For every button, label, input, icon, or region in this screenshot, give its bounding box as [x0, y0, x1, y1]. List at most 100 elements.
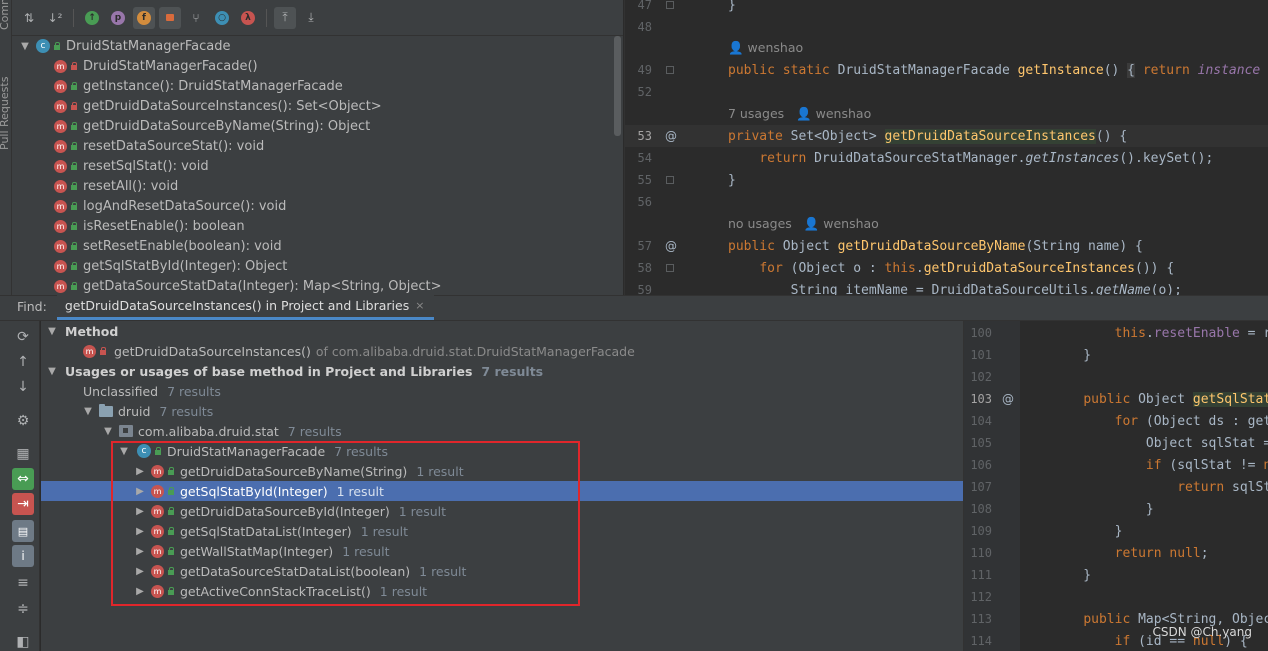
show-fields-icon[interactable]: f — [133, 6, 155, 29]
sort-visibility-icon[interactable]: ↓² — [44, 7, 66, 29]
method-icon: m — [151, 524, 164, 538]
settings-icon[interactable]: ⚙ — [12, 410, 34, 432]
info-icon[interactable]: i — [12, 545, 34, 567]
override-marker-icon[interactable]: @ — [660, 239, 682, 253]
structure-member-row[interactable]: m setResetEnable(boolean): void — [12, 236, 623, 256]
method-signature: getDruidDataSourceInstances() — [114, 343, 311, 359]
usages-count: 7 results — [481, 363, 544, 379]
preview-code-line: 112 — [964, 586, 1268, 608]
method-icon: m — [54, 239, 67, 253]
navigate-usage-icon[interactable]: ⇔ — [12, 468, 34, 490]
usage-result-row[interactable]: ▶ m getActiveConnStackTraceList() 1 result — [41, 581, 963, 601]
code-text: Object sqlStat = Dr — [1145, 435, 1268, 451]
chevron-right-icon[interactable]: ▶ — [133, 486, 147, 497]
sort-alpha-icon[interactable]: ⇅ — [18, 7, 40, 29]
chevron-right-icon[interactable]: ▶ — [133, 506, 147, 517]
autoscroll-to-source-icon[interactable]: ⤒ — [274, 6, 296, 29]
collapse-all-icon[interactable]: ≑ — [12, 598, 34, 620]
chevron-right-icon[interactable]: ▶ — [133, 546, 147, 557]
override-marker-icon[interactable]: @ — [1002, 392, 1014, 406]
usage-result-row[interactable]: ▶ m getDruidDataSourceByName(String) 1 resu… — [41, 461, 963, 481]
tab-find-results[interactable]: getDruidDataSourceInstances() in Project… — [56, 294, 435, 320]
code-editor[interactable]: 47 } 48 👤 wenshao 49 public static Druid… — [624, 0, 1268, 295]
tree-node-package[interactable]: ▼ com.alibaba.druid.stat 7 results — [41, 421, 963, 441]
chevron-down-icon[interactable]: ▼ — [101, 426, 115, 437]
override-marker-icon[interactable]: @ — [660, 129, 682, 143]
structure-member-row[interactable]: m getDruidDataSourceInstances(): Set<Obje… — [12, 96, 623, 116]
tree-node-module[interactable]: ▼ druid 7 results — [41, 401, 963, 421]
usages-hint[interactable]: no usages 👤 wenshao — [728, 216, 879, 232]
usages-hint[interactable]: 7 usages 👤 wenshao — [728, 106, 871, 122]
structure-member-row[interactable]: m getInstance(): DruidStatManagerFacade — [12, 76, 623, 96]
tree-node-method-signature[interactable]: m getDruidDataSourceInstances() of com.a… — [41, 341, 963, 361]
structure-class-row[interactable]: ▼ c DruidStatManagerFacade — [12, 36, 623, 56]
expand-all-icon[interactable]: ≡ — [12, 572, 34, 594]
structure-member-row[interactable]: m resetAll(): void — [12, 176, 623, 196]
tree-node-usages[interactable]: ▼ Usages or usages of base method in Pro… — [41, 361, 963, 381]
usage-result-row[interactable]: ▶ m getSqlStatById(Integer) 1 result — [41, 481, 963, 501]
usage-result-row[interactable]: ▶ m getSqlStatDataList(Integer) 1 result — [41, 521, 963, 541]
usage-result-row[interactable]: ▶ m getDataSourceStatDataList(boolean) 1 re… — [41, 561, 963, 581]
rerun-icon[interactable]: ⟳ — [12, 326, 34, 348]
find-toolbar: ⟳ ↑ ↓ ⚙ ▦ ⇔ ⇥ ▤ i ≡ ≑ ◧ — [0, 321, 40, 651]
autoscroll-from-source-icon[interactable]: ⤓ — [300, 7, 322, 29]
public-lock-icon — [70, 202, 78, 210]
structure-member-row[interactable]: m logAndResetDataSource(): void — [12, 196, 623, 216]
chevron-down-icon[interactable]: ▼ — [45, 366, 59, 377]
code-line: 55 } — [625, 169, 1268, 191]
show-non-public-icon[interactable] — [159, 6, 181, 29]
author-hint[interactable]: 👤 wenshao — [728, 40, 803, 56]
tree-node-method[interactable]: ▼ Method — [41, 321, 963, 341]
chevron-right-icon[interactable]: ▶ — [133, 586, 147, 597]
method-icon: m — [151, 564, 164, 578]
structure-toolbar: ⇅ ↓² ↑ p f ⑂ ○ λ ⤒ ⤓ — [12, 0, 623, 36]
public-lock-icon — [167, 547, 175, 555]
commit-tool-label[interactable]: Commit — [0, 0, 11, 30]
line-number: 114 — [970, 634, 992, 648]
line-number: 100 — [970, 326, 992, 340]
public-lock-icon — [154, 447, 162, 455]
chevron-down-icon[interactable]: ▼ — [81, 406, 95, 417]
fold-marker-icon[interactable] — [666, 1, 674, 9]
show-lambdas-icon[interactable]: ⑂ — [185, 7, 207, 29]
structure-member-row[interactable]: m resetDataSourceStat(): void — [12, 136, 623, 156]
line-number: 101 — [970, 348, 992, 362]
prev-occurrence-icon[interactable]: ↑ — [12, 351, 34, 373]
method-icon: m — [54, 79, 67, 93]
fold-marker-icon[interactable] — [666, 66, 674, 74]
close-icon[interactable]: × — [415, 299, 424, 312]
exclude-icon[interactable]: ⇥ — [12, 493, 34, 515]
tree-node-unclassified[interactable]: Unclassified 7 results — [41, 381, 963, 401]
structure-member-row[interactable]: m isResetEnable(): boolean — [12, 216, 623, 236]
group-by-package-icon[interactable]: ▤ — [12, 520, 34, 542]
tree-node-class[interactable]: ▼ c DruidStatManagerFacade 7 results — [41, 441, 963, 461]
usage-result-row[interactable]: ▶ m getDruidDataSourceById(Integer) 1 resul… — [41, 501, 963, 521]
chevron-right-icon[interactable]: ▶ — [133, 566, 147, 577]
line-number: 113 — [970, 612, 992, 626]
structure-member-row[interactable]: m resetSqlStat(): void — [12, 156, 623, 176]
chevron-right-icon[interactable]: ▶ — [133, 526, 147, 537]
show-anonymous-icon[interactable]: ○ — [211, 7, 233, 29]
show-properties-icon[interactable]: p — [107, 7, 129, 29]
code-text: } — [728, 172, 736, 188]
chevron-down-icon[interactable]: ▼ — [117, 446, 131, 457]
structure-member-row[interactable]: m DruidStatManagerFacade() — [12, 56, 623, 76]
fold-marker-icon[interactable] — [666, 264, 674, 272]
pull-requests-tool-label[interactable]: Pull Requests — [0, 77, 11, 150]
chevron-right-icon[interactable]: ▶ — [133, 466, 147, 477]
chevron-down-icon[interactable]: ▼ — [45, 326, 59, 337]
next-occurrence-icon[interactable]: ↓ — [12, 376, 34, 398]
usage-result-row[interactable]: ▶ m getWallStatMap(Integer) 1 result — [41, 541, 963, 561]
group-by-module-icon[interactable]: ▦ — [12, 443, 34, 465]
show-lambda-icon[interactable]: λ — [237, 7, 259, 29]
preview-code-line: 111 } — [964, 564, 1268, 586]
fold-marker-icon[interactable] — [666, 176, 674, 184]
chevron-down-icon[interactable]: ▼ — [18, 41, 32, 52]
usage-preview-editor[interactable]: 100 this.resetEnable = rese101 }102103@ … — [963, 321, 1268, 651]
structure-member-row[interactable]: m getSqlStatById(Integer): Object — [12, 256, 623, 276]
structure-member-row[interactable]: m getDruidDataSourceByName(String): Objec… — [12, 116, 623, 136]
structure-scrollbar[interactable] — [614, 36, 621, 136]
structure-member-row[interactable]: m getDataSourceStatData(Integer): Map<Str… — [12, 276, 623, 295]
show-inherited-icon[interactable]: ↑ — [81, 7, 103, 29]
preview-icon[interactable]: ◧ — [12, 631, 34, 651]
